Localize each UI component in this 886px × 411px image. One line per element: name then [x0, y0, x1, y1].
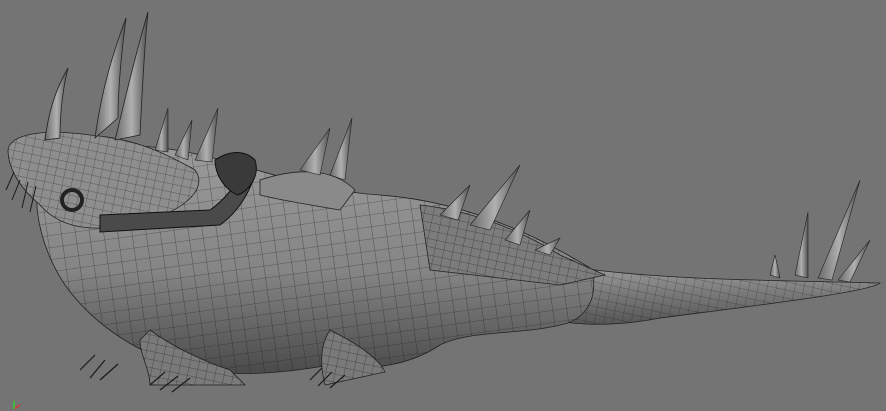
horn-small	[44, 67, 69, 141]
3d-viewport[interactable]	[0, 0, 886, 411]
axis-gizmo-icon	[4, 397, 24, 411]
creature-mesh[interactable]	[0, 0, 886, 411]
